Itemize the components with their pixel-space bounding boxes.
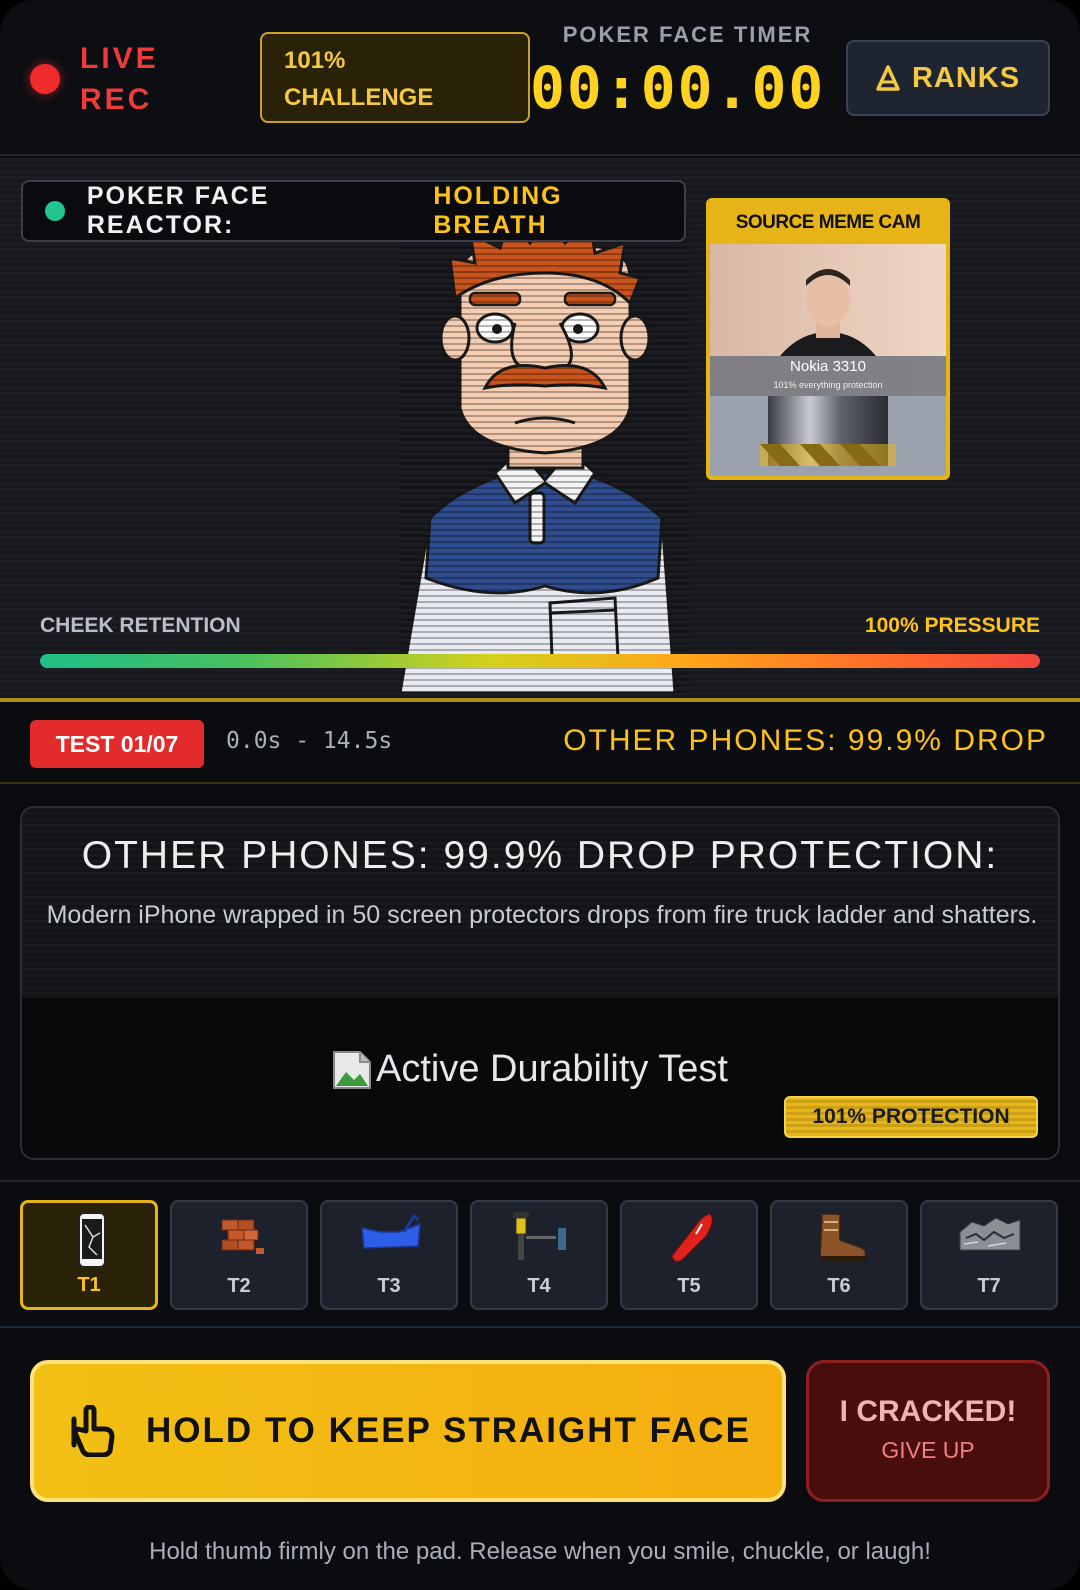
give-up-button[interactable]: I CRACKED! GIVE UP [806, 1360, 1050, 1502]
pressure-bar-fill [40, 654, 1040, 668]
timer-value: 00:00.00 [530, 54, 826, 122]
blue-car-icon [361, 1213, 421, 1249]
test-tile-label: T1 [77, 1274, 101, 1296]
broken-image-icon [333, 1050, 371, 1089]
header: LIVE REC 101% CHALLENGE POKER FACE TIMER… [0, 0, 1080, 156]
pressure-label: 100% PRESSURE [864, 614, 1040, 637]
hold-button-label: HOLD TO KEEP STRAIGHT FACE [146, 1411, 751, 1450]
give-up-title: I CRACKED! [839, 1395, 1017, 1428]
test-tile-t7[interactable]: T7 [920, 1200, 1058, 1310]
test-tile-t6[interactable]: T6 [770, 1200, 908, 1310]
thumb-press-icon [71, 1405, 115, 1457]
test-status-row: TEST 01/07 0.0s - 14.5s OTHER PHONES: 99… [0, 698, 1080, 784]
rubble-icon [959, 1217, 1021, 1251]
test-tile-t5[interactable]: T5 [620, 1200, 758, 1310]
app-root: LIVE REC 101% CHALLENGE POKER FACE TIMER… [0, 0, 1080, 1590]
reactor-state: HOLDING BREATH [433, 182, 563, 239]
test-time-range: 0.0s - 14.5s [226, 728, 393, 754]
action-area: HOLD TO KEEP STRAIGHT FACE I CRACKED! GI… [0, 1328, 1080, 1590]
pyramid-icon [876, 65, 900, 91]
meme-cam-title: SOURCE MEME CAM [735, 212, 921, 233]
give-up-subtitle: GIVE UP [881, 1437, 975, 1463]
durability-test-image: Active Durability Test [332, 1048, 728, 1091]
test-tile-t3[interactable]: T3 [320, 1200, 458, 1310]
meme-cam-caption: Nokia 3310 [790, 358, 866, 375]
cracked-phone-icon [78, 1212, 106, 1268]
test-tile-label: T2 [227, 1275, 251, 1297]
test-tile-t1[interactable]: T1 [20, 1200, 158, 1310]
source-meme-cam: SOURCE MEME CAM Nokia 3310 101% everythi… [706, 198, 950, 480]
info-title: OTHER PHONES: 99.9% DROP PROTECTION: [81, 834, 999, 877]
hydraulic-press-icon [513, 1212, 566, 1260]
durability-test-alt: Active Durability Test [376, 1048, 728, 1090]
test-tile-t4[interactable]: T4 [470, 1200, 608, 1310]
reactor-label: POKER FACE REACTOR: [86, 182, 270, 239]
boot-icon [819, 1213, 867, 1262]
info-description: Modern iPhone wrapped in 50 screen prote… [46, 901, 1038, 929]
live-rec-label: LIVE REC [80, 42, 159, 116]
status-dot-icon [45, 201, 65, 221]
meme-cam-subcaption: 101% everything protection [773, 380, 883, 390]
test-tile-t2[interactable]: T2 [170, 1200, 308, 1310]
ranks-button[interactable]: RANKS [846, 40, 1050, 116]
record-dot-icon [30, 64, 60, 94]
challenge-percent: 101% [284, 47, 346, 74]
brick-icon [221, 1219, 264, 1254]
test-info-panel: OTHER PHONES: 99.9% DROP PROTECTION: Mod… [20, 806, 1060, 1160]
test-tile-label: T4 [527, 1275, 551, 1297]
test-selector: T1 T2 T3 T4 T5 T6 T7 [0, 1180, 1080, 1328]
live-indicator: LIVE REC [30, 38, 190, 120]
cheek-retention-label: CHEEK RETENTION [40, 614, 241, 637]
challenge-badge: 101% CHALLENGE [260, 32, 530, 123]
protection-badge: 101% PROTECTION [784, 1096, 1038, 1138]
test-tile-label: T3 [377, 1275, 401, 1297]
hold-hint-text: Hold thumb firmly on the pad. Release wh… [149, 1538, 931, 1565]
red-torch-icon [671, 1213, 713, 1262]
timer-label: POKER FACE TIMER [562, 22, 813, 47]
pressure-bar [40, 654, 1040, 668]
reactor-status: POKER FACE REACTOR: HOLDING BREATH [21, 180, 686, 242]
challenge-word: CHALLENGE [284, 84, 434, 111]
reactor-stage: POKER FACE REACTOR: HOLDING BREATH SOURC… [0, 158, 1080, 698]
test-number-badge: TEST 01/07 [30, 720, 204, 768]
test-tile-label: T7 [977, 1275, 1001, 1297]
ranks-label: RANKS [911, 61, 1021, 94]
test-tile-label: T5 [677, 1275, 701, 1297]
reactor-character-avatar [400, 218, 677, 693]
test-headline: OTHER PHONES: 99.9% DROP [563, 724, 1048, 757]
hold-straight-face-button[interactable]: HOLD TO KEEP STRAIGHT FACE [30, 1360, 786, 1502]
test-tile-label: T6 [827, 1275, 851, 1297]
